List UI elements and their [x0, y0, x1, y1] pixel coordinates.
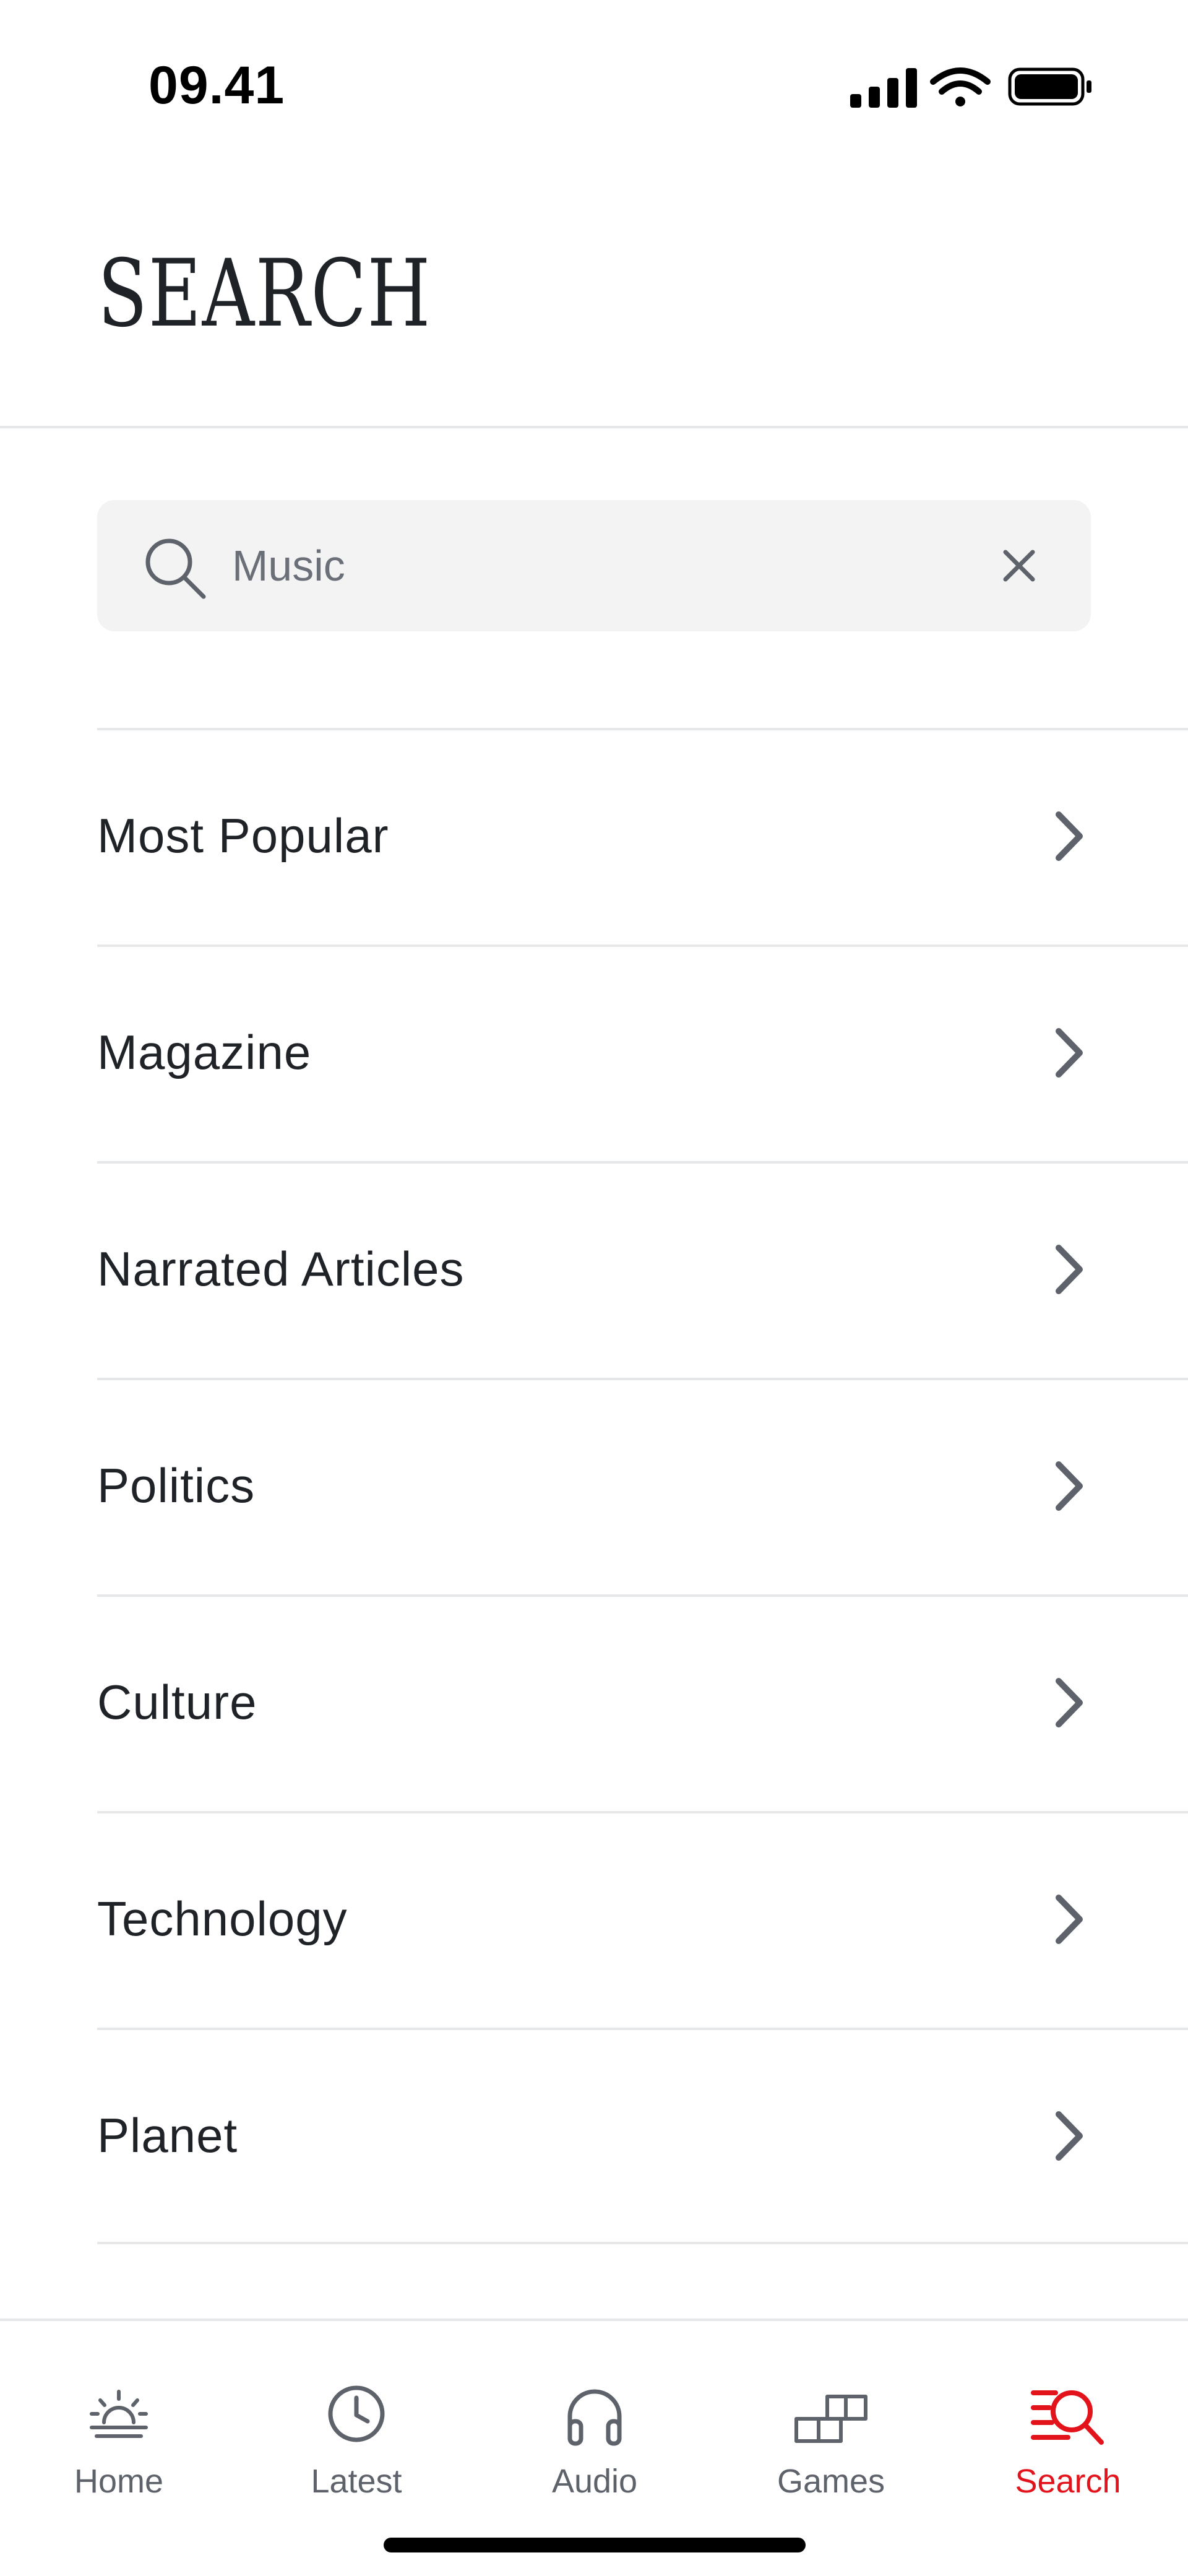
- chevron-right-icon: [1056, 1461, 1083, 1511]
- list-item-politics[interactable]: Politics: [97, 1378, 1188, 1594]
- list-item-magazine[interactable]: Magazine: [97, 944, 1188, 1161]
- clear-search-button[interactable]: [988, 535, 1050, 597]
- tab-label: Home: [74, 2463, 164, 2500]
- wifi-icon: [930, 67, 991, 106]
- search-icon: [145, 538, 206, 599]
- search-lines-icon: [1031, 2390, 1104, 2445]
- tab-games[interactable]: Games: [738, 2383, 924, 2513]
- section-list: Most Popular Magazine Narrated Articles …: [97, 728, 1188, 2244]
- list-item-label: Culture: [97, 1675, 257, 1729]
- signal-icon: [850, 68, 917, 108]
- list-item-culture[interactable]: Culture: [97, 1594, 1188, 1811]
- status-icons: [848, 62, 1095, 111]
- headphones-icon: [567, 2389, 622, 2446]
- header-divider: [0, 426, 1188, 428]
- tab-home[interactable]: Home: [26, 2383, 212, 2513]
- list-item-most-popular[interactable]: Most Popular: [97, 728, 1188, 944]
- list-item-planet[interactable]: Planet: [97, 2028, 1188, 2244]
- page-title: SEARCH: [98, 240, 432, 348]
- close-icon: [1003, 550, 1035, 582]
- list-item-narrated-articles[interactable]: Narrated Articles: [97, 1161, 1188, 1378]
- tab-label: Audio: [551, 2463, 638, 2500]
- list-item-label: Technology: [97, 1891, 348, 1946]
- search-input[interactable]: [232, 529, 950, 603]
- sunrise-icon: [90, 2390, 148, 2438]
- chevron-right-icon: [1056, 1245, 1083, 1294]
- chevron-right-icon: [1056, 1678, 1083, 1727]
- chevron-right-icon: [1056, 2111, 1083, 2161]
- battery-icon: [1008, 67, 1091, 106]
- home-indicator: [384, 2538, 806, 2552]
- tab-label: Search: [1015, 2463, 1121, 2500]
- tab-label: Latest: [311, 2463, 402, 2500]
- chevron-right-icon: [1056, 1028, 1083, 1078]
- tab-latest[interactable]: Latest: [264, 2383, 449, 2513]
- list-item-label: Planet: [97, 2108, 238, 2163]
- chevron-right-icon: [1056, 811, 1083, 861]
- status-time: 09.41: [148, 56, 285, 115]
- list-item-technology[interactable]: Technology: [97, 1811, 1188, 2028]
- tab-label: Games: [777, 2463, 885, 2500]
- status-bar: 09.41: [0, 0, 1188, 161]
- list-item-label: Most Popular: [97, 808, 389, 863]
- tab-audio[interactable]: Audio: [502, 2383, 687, 2513]
- list-item-label: Politics: [97, 1458, 256, 1513]
- blocks-icon: [794, 2395, 867, 2443]
- clock-icon: [328, 2385, 385, 2442]
- list-item-label: Magazine: [97, 1025, 312, 1079]
- chevron-right-icon: [1056, 1895, 1083, 1944]
- tab-search[interactable]: Search: [975, 2383, 1161, 2513]
- search-box[interactable]: [97, 500, 1091, 631]
- list-item-label: Narrated Articles: [97, 1242, 465, 1296]
